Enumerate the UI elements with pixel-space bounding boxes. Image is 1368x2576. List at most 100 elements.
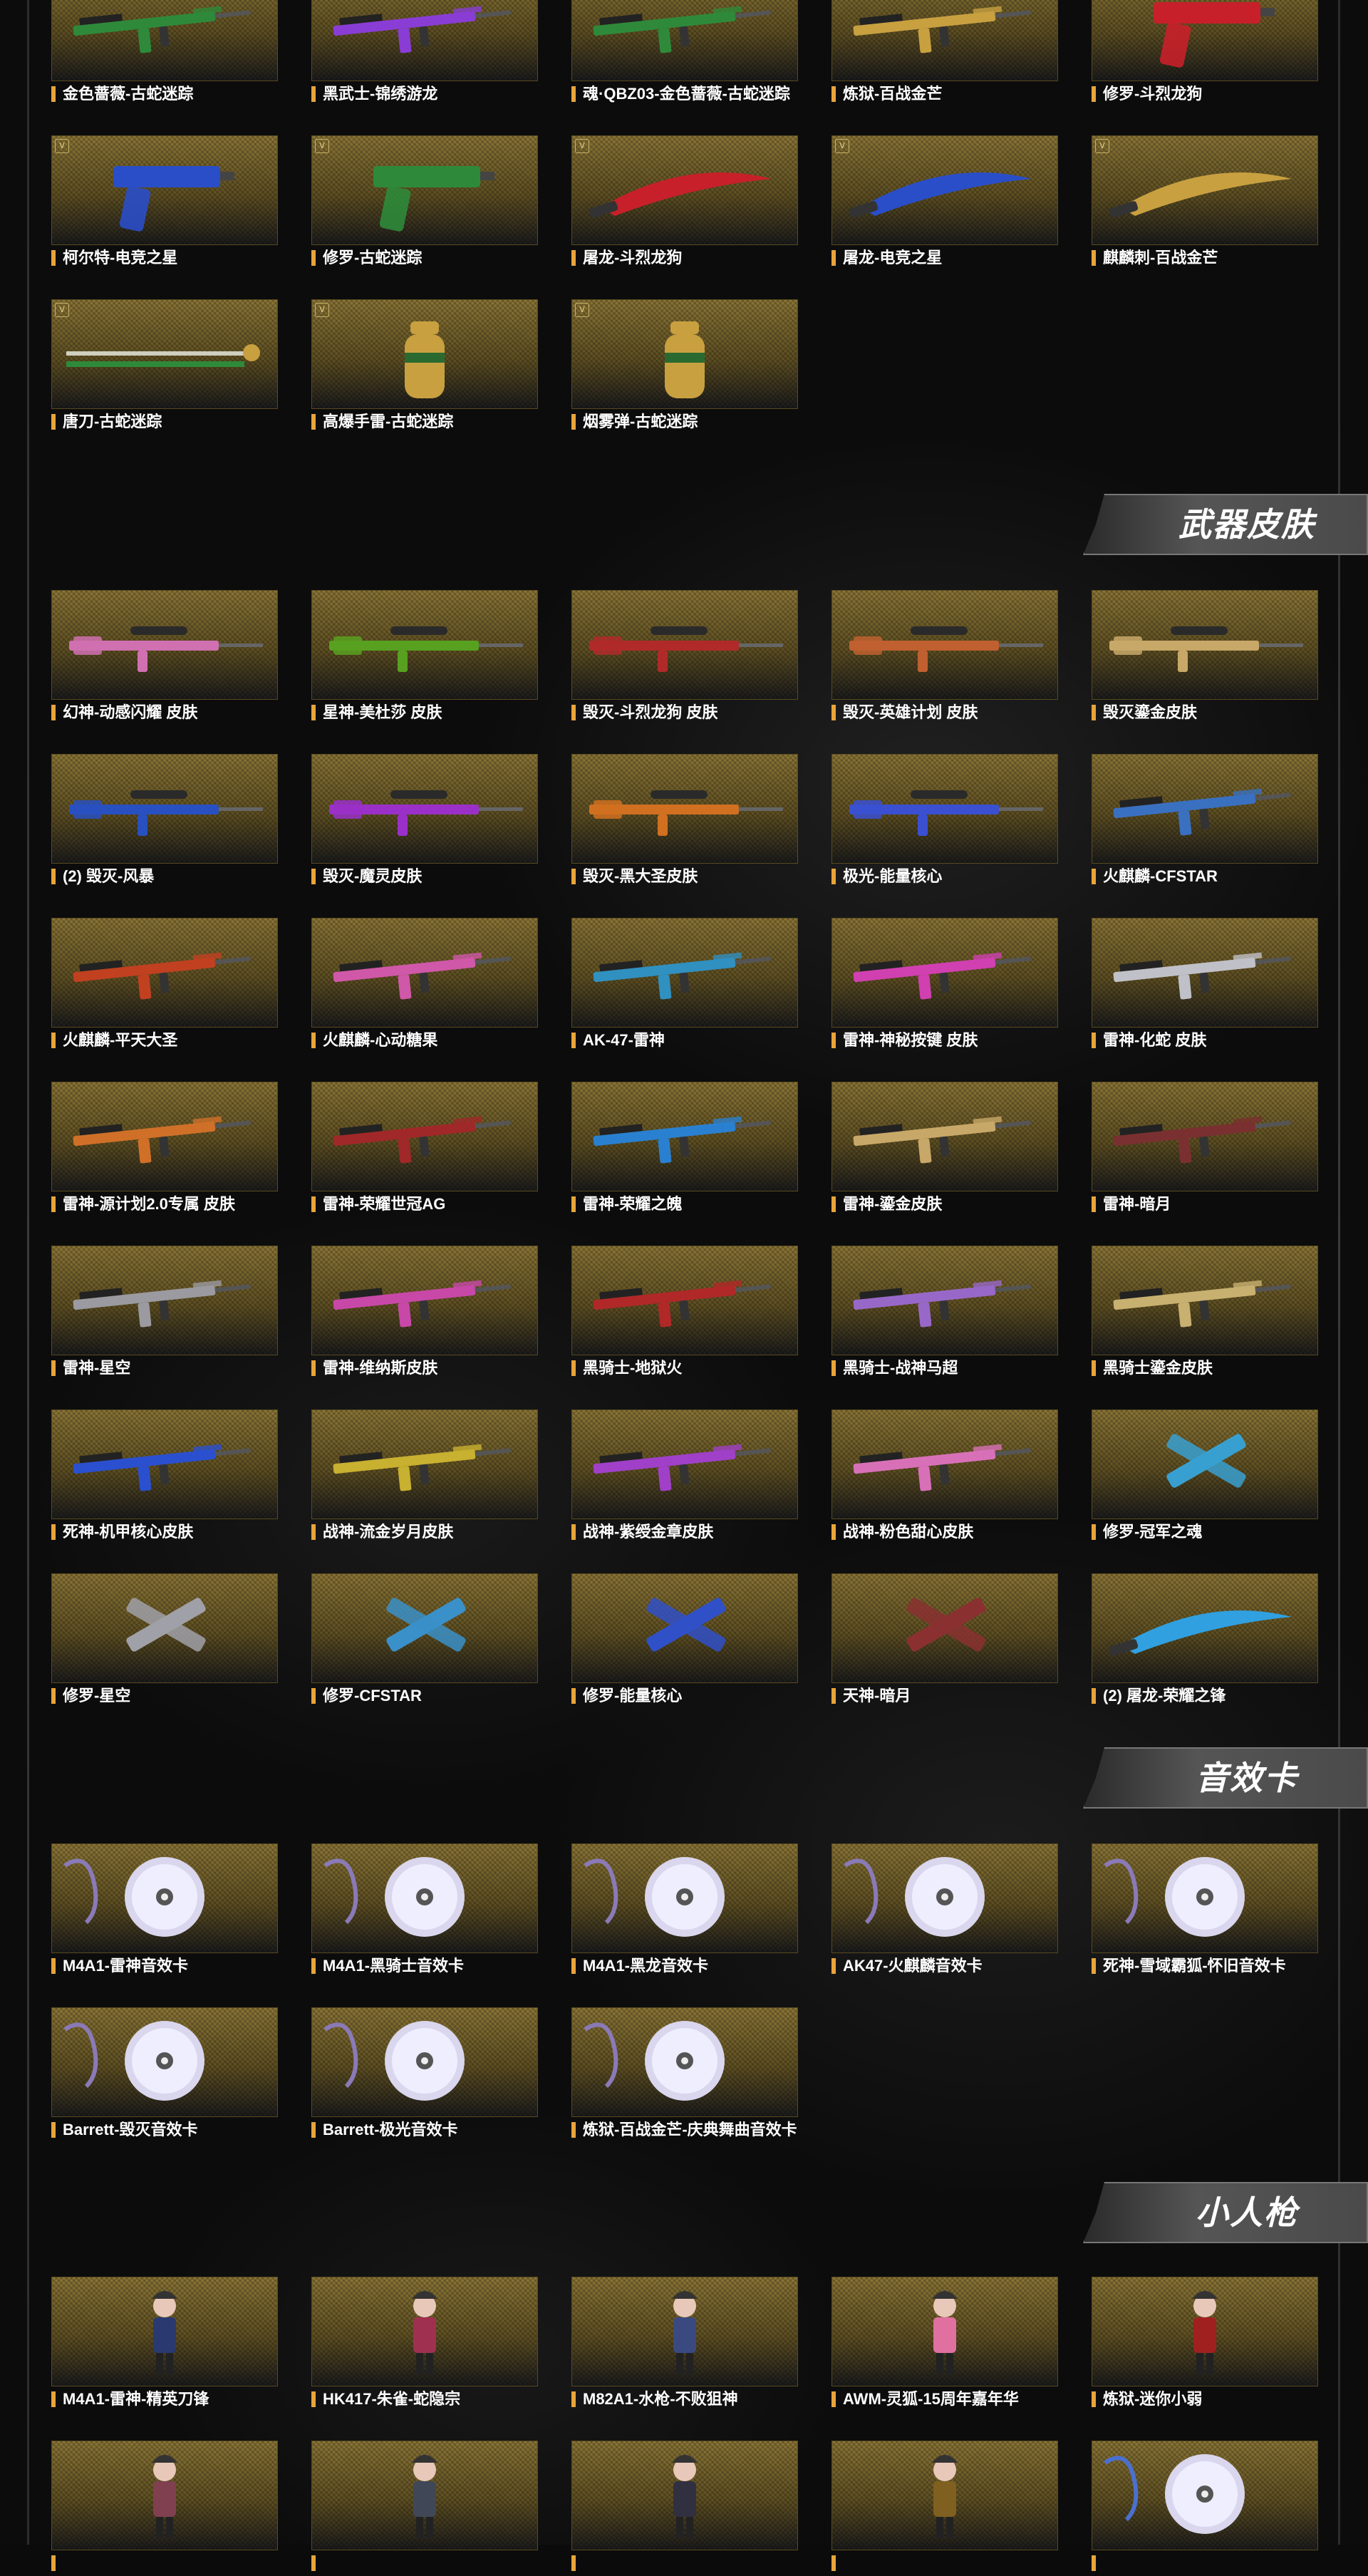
- item-thumbnail[interactable]: [571, 918, 798, 1028]
- item-thumbnail[interactable]: [51, 1573, 278, 1683]
- item-card[interactable]: 雷神-荣耀之魄: [571, 1082, 798, 1217]
- item-card[interactable]: (2) 毁灭-风暴: [51, 754, 278, 889]
- item-card[interactable]: 极光-能量核心: [831, 754, 1058, 889]
- item-thumbnail[interactable]: V: [51, 0, 278, 81]
- item-card[interactable]: 修罗-冠军之魂: [1092, 1409, 1318, 1545]
- item-card[interactable]: [1092, 2441, 1318, 2576]
- item-card[interactable]: V 魂·QBZ03-金色蔷薇-古蛇迷踪: [571, 0, 798, 107]
- item-card[interactable]: 雷神-荣耀世冠AG: [311, 1082, 538, 1217]
- item-thumbnail[interactable]: [571, 2007, 798, 2117]
- item-card[interactable]: M4A1-黑龙音效卡: [571, 1843, 798, 1979]
- item-thumbnail[interactable]: [831, 918, 1058, 1028]
- item-thumbnail[interactable]: [571, 1082, 798, 1191]
- item-card[interactable]: 火麒麟-平天大圣: [51, 918, 278, 1053]
- item-thumbnail[interactable]: [1092, 2277, 1318, 2386]
- item-thumbnail[interactable]: [1092, 754, 1318, 864]
- item-card[interactable]: 毁灭-英雄计划 皮肤: [831, 590, 1058, 725]
- item-card[interactable]: 黑骑士-地狱火: [571, 1246, 798, 1381]
- item-thumbnail[interactable]: [51, 1082, 278, 1191]
- item-card[interactable]: 雷神-化蛇 皮肤: [1092, 918, 1318, 1053]
- item-card[interactable]: 战神-流金岁月皮肤: [311, 1409, 538, 1545]
- item-card[interactable]: 天神-暗月: [831, 1573, 1058, 1709]
- item-card[interactable]: 雷神-维纳斯皮肤: [311, 1246, 538, 1381]
- item-thumbnail[interactable]: [311, 1246, 538, 1355]
- item-thumbnail[interactable]: [1092, 1409, 1318, 1519]
- item-card[interactable]: 星神-美杜莎 皮肤: [311, 590, 538, 725]
- item-card[interactable]: 修罗-CFSTAR: [311, 1573, 538, 1709]
- item-thumbnail[interactable]: [51, 918, 278, 1028]
- item-card[interactable]: V 屠龙-斗烈龙狗: [571, 135, 798, 271]
- item-thumbnail[interactable]: [51, 1246, 278, 1355]
- item-thumbnail[interactable]: V: [51, 135, 278, 245]
- item-card[interactable]: AK47-火麒麟音效卡: [831, 1843, 1058, 1979]
- item-card[interactable]: AWM-灵狐-15周年嘉年华: [831, 2277, 1058, 2412]
- item-card[interactable]: AK-47-雷神: [571, 918, 798, 1053]
- item-thumbnail[interactable]: [1092, 918, 1318, 1028]
- item-card[interactable]: 死神-雪域霸狐-怀旧音效卡: [1092, 1843, 1318, 1979]
- item-card[interactable]: V 金色蔷薇-古蛇迷踪: [51, 0, 278, 107]
- item-card[interactable]: 黑骑士-战神马超: [831, 1246, 1058, 1381]
- item-thumbnail[interactable]: [831, 754, 1058, 864]
- item-thumbnail[interactable]: [831, 1082, 1058, 1191]
- item-card[interactable]: M4A1-黑骑士音效卡: [311, 1843, 538, 1979]
- item-thumbnail[interactable]: [1092, 1082, 1318, 1191]
- item-thumbnail[interactable]: [571, 1409, 798, 1519]
- item-thumbnail[interactable]: [1092, 590, 1318, 700]
- item-card[interactable]: 雷神-源计划2.0专属 皮肤: [51, 1082, 278, 1217]
- item-card[interactable]: V 柯尔特-电竞之星: [51, 135, 278, 271]
- item-card[interactable]: 黑骑士鎏金皮肤: [1092, 1246, 1318, 1381]
- item-card[interactable]: 修罗-能量核心: [571, 1573, 798, 1709]
- item-thumbnail[interactable]: [311, 1082, 538, 1191]
- item-thumbnail[interactable]: [51, 1409, 278, 1519]
- item-thumbnail[interactable]: [831, 2441, 1058, 2550]
- item-card[interactable]: Barrett-极光音效卡: [311, 2007, 538, 2143]
- item-card[interactable]: V 高爆手雷-古蛇迷踪: [311, 299, 538, 435]
- item-thumbnail[interactable]: [571, 1843, 798, 1953]
- item-thumbnail[interactable]: V: [311, 135, 538, 245]
- item-card[interactable]: M4A1-雷神-精英刀锋: [51, 2277, 278, 2412]
- item-thumbnail[interactable]: [571, 2277, 798, 2386]
- item-card[interactable]: 火麒麟-CFSTAR: [1092, 754, 1318, 889]
- item-card[interactable]: 战神-紫绶金章皮肤: [571, 1409, 798, 1545]
- item-thumbnail[interactable]: V: [571, 0, 798, 81]
- item-thumbnail[interactable]: [571, 590, 798, 700]
- item-card[interactable]: 幻神-动感闪耀 皮肤: [51, 590, 278, 725]
- item-card[interactable]: [571, 2441, 798, 2576]
- item-card[interactable]: 炼狱-百战金芒-庆典舞曲音效卡: [571, 2007, 798, 2143]
- item-thumbnail[interactable]: [1092, 2441, 1318, 2550]
- item-thumbnail[interactable]: [831, 1843, 1058, 1953]
- item-card[interactable]: [831, 2441, 1058, 2576]
- item-thumbnail[interactable]: [51, 1843, 278, 1953]
- item-thumbnail[interactable]: [831, 1573, 1058, 1683]
- item-card[interactable]: (2) 屠龙-荣耀之锋: [1092, 1573, 1318, 1709]
- item-thumbnail[interactable]: [311, 1573, 538, 1683]
- item-thumbnail[interactable]: [831, 1246, 1058, 1355]
- item-thumbnail[interactable]: [311, 590, 538, 700]
- item-thumbnail[interactable]: [51, 2277, 278, 2386]
- item-thumbnail[interactable]: [1092, 1843, 1318, 1953]
- item-card[interactable]: V 烟雾弹-古蛇迷踪: [571, 299, 798, 435]
- item-card[interactable]: 毁灭-黑大圣皮肤: [571, 754, 798, 889]
- item-card[interactable]: 雷神-暗月: [1092, 1082, 1318, 1217]
- item-card[interactable]: 毁灭-魔灵皮肤: [311, 754, 538, 889]
- item-thumbnail[interactable]: [311, 2277, 538, 2386]
- item-thumbnail[interactable]: V: [311, 299, 538, 409]
- item-thumbnail[interactable]: [1092, 1246, 1318, 1355]
- item-card[interactable]: 战神-粉色甜心皮肤: [831, 1409, 1058, 1545]
- item-thumbnail[interactable]: [51, 590, 278, 700]
- item-card[interactable]: 炼狱-迷你小弱: [1092, 2277, 1318, 2412]
- item-thumbnail[interactable]: V: [831, 0, 1058, 81]
- item-card[interactable]: M82A1-水枪-不败狙神: [571, 2277, 798, 2412]
- item-thumbnail[interactable]: [1092, 1573, 1318, 1683]
- item-thumbnail[interactable]: [51, 2441, 278, 2550]
- item-card[interactable]: 修罗-星空: [51, 1573, 278, 1709]
- item-thumbnail[interactable]: [571, 754, 798, 864]
- item-thumbnail[interactable]: [831, 590, 1058, 700]
- item-thumbnail[interactable]: V: [1092, 135, 1318, 245]
- item-thumbnail[interactable]: V: [571, 299, 798, 409]
- item-card[interactable]: [311, 2441, 538, 2576]
- item-card[interactable]: V 麒麟刺-百战金芒: [1092, 135, 1318, 271]
- item-thumbnail[interactable]: V: [571, 135, 798, 245]
- item-thumbnail[interactable]: [571, 1573, 798, 1683]
- item-thumbnail[interactable]: [311, 918, 538, 1028]
